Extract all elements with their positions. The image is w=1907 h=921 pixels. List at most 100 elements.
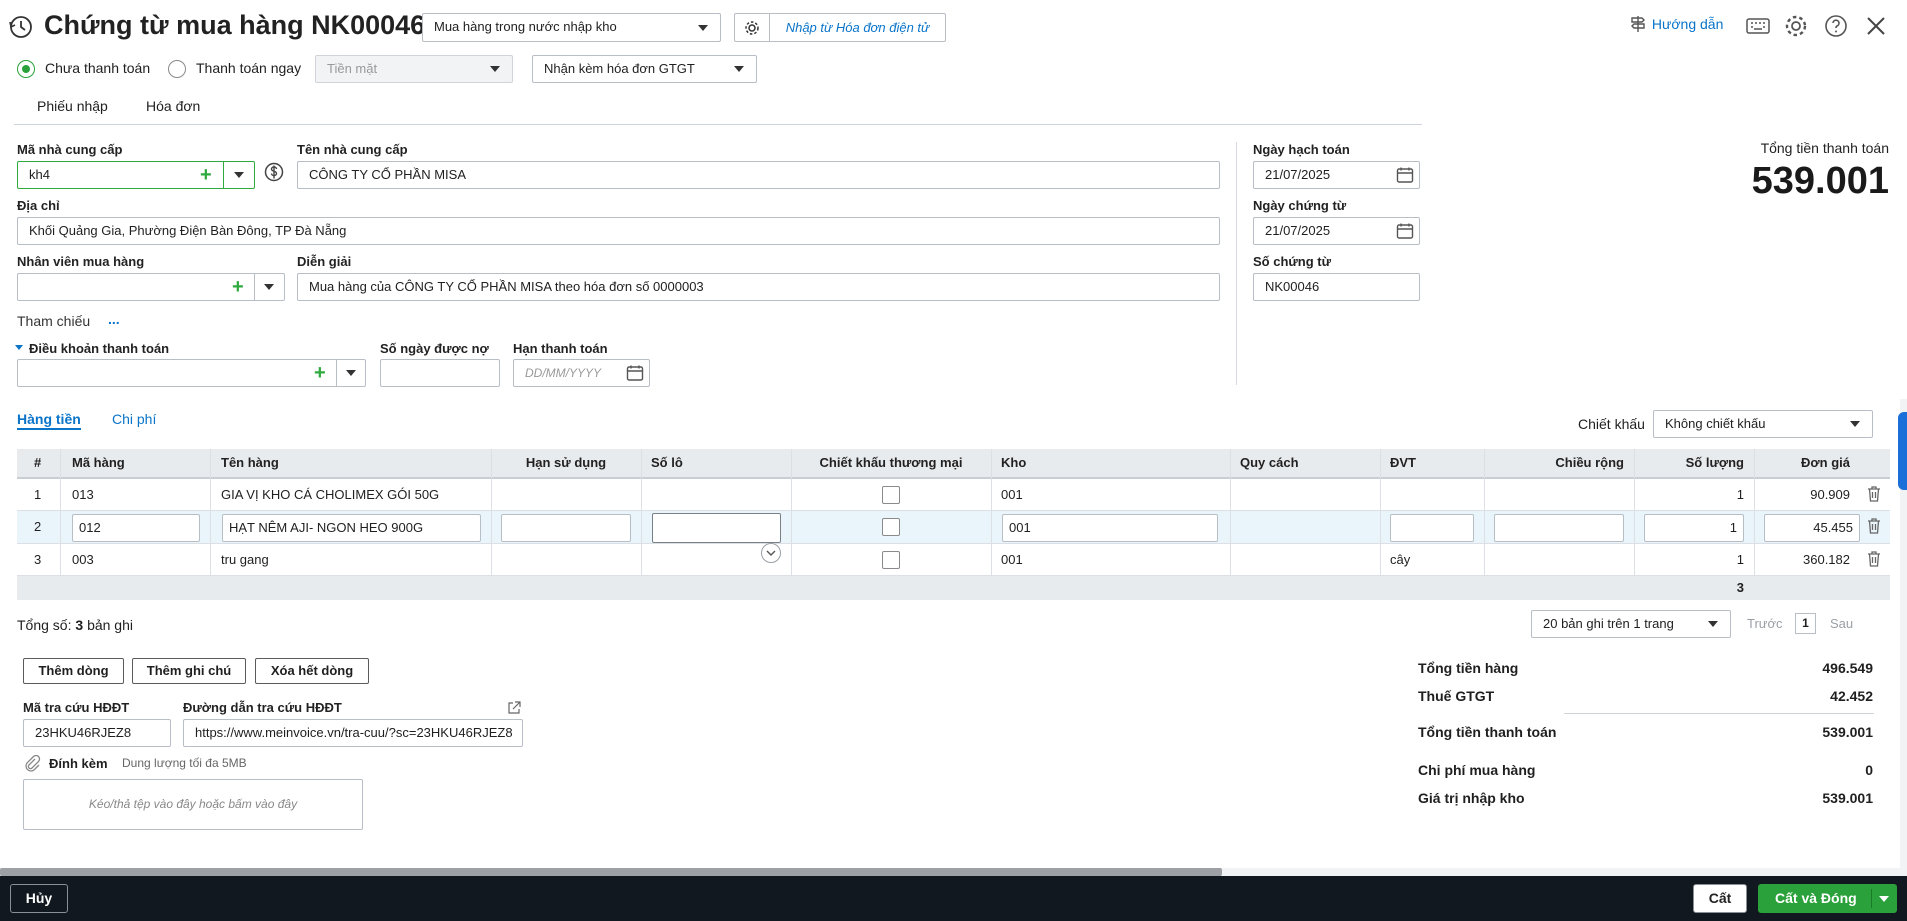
currency-icon[interactable] <box>264 162 284 182</box>
cell-warehouse[interactable]: 001 <box>991 544 1033 576</box>
lot-cell-input[interactable] <box>652 513 781 543</box>
add-payment-term-icon[interactable]: + <box>314 360 326 386</box>
cell-warehouse[interactable]: 001 <box>991 479 1033 511</box>
posting-date-input[interactable]: 21/07/2025 <box>1253 161 1420 189</box>
delete-rows-button[interactable]: Xóa hết dòng <box>255 658 369 684</box>
add-employee-icon[interactable]: + <box>232 274 244 300</box>
add-supplier-icon[interactable]: + <box>200 162 212 188</box>
warehouse-cell-input[interactable]: 001 <box>1002 514 1218 542</box>
col-line <box>60 449 61 576</box>
doc-no-input[interactable]: NK00046 <box>1253 273 1420 301</box>
purchase-type-select[interactable]: Mua hàng trong nước nhập kho <box>422 13 721 42</box>
unit-cell-input[interactable] <box>1390 514 1474 542</box>
supplier-code-input[interactable]: kh4 <box>17 161 255 189</box>
debt-days-label: Số ngày được nợ <box>380 341 489 356</box>
next-page[interactable]: Sau <box>1830 616 1853 631</box>
posting-date-label: Ngày hạch toán <box>1253 142 1350 157</box>
import-einvoice-button[interactable]: Nhập từ Hóa đơn điện tử <box>769 13 946 42</box>
expiry-cell-input[interactable] <box>501 514 631 542</box>
trash-icon[interactable] <box>1866 550 1882 568</box>
debt-days-input[interactable] <box>380 359 500 387</box>
help-icon[interactable] <box>1824 14 1848 38</box>
guide-link[interactable]: Hướng dẫn <box>1628 14 1723 36</box>
settings-small-button[interactable] <box>734 13 770 42</box>
add-note-button[interactable]: Thêm ghi chú <box>132 658 246 684</box>
trash-icon[interactable] <box>1866 517 1882 535</box>
cell-name[interactable]: tru gang <box>211 544 279 576</box>
attachment-dropzone[interactable]: Kéo/thả tệp vào đây hoặc bấm vào đây <box>23 779 363 830</box>
chevron-down-icon[interactable] <box>234 172 244 178</box>
page-size-select[interactable]: 20 bản ghi trên 1 trang <box>1531 610 1731 638</box>
reference-more-link[interactable]: ... <box>108 311 120 327</box>
supplier-code-value: kh4 <box>29 167 50 182</box>
horizontal-scrollbar[interactable] <box>0 868 1907 876</box>
description-input[interactable]: Mua hàng của CÔNG TY CỔ PHẦN MISA theo h… <box>297 273 1220 301</box>
save-button[interactable]: Cất <box>1693 884 1747 913</box>
supplier-name-input[interactable]: CÔNG TY CỔ PHẦN MISA <box>297 161 1220 189</box>
cell-qty[interactable]: 1 <box>1634 544 1754 576</box>
lookup-url-input[interactable]: https://www.meinvoice.vn/tra-cuu/?sc=23H… <box>183 719 523 747</box>
tab-costs[interactable]: Chi phí <box>112 411 156 427</box>
qty-cell-input[interactable]: 1 <box>1644 514 1744 542</box>
discount-label: Chiết khấu <box>1578 416 1645 432</box>
collapse-icon[interactable] <box>15 345 23 350</box>
doc-no-value: NK00046 <box>1265 279 1320 294</box>
col-header-spec: Quy cách <box>1240 455 1299 470</box>
code-cell-input[interactable]: 012 <box>72 514 200 542</box>
page-title: Chứng từ mua hàng NK00046 <box>44 10 426 40</box>
scrollbar-thumb[interactable] <box>0 868 1222 876</box>
cell-name[interactable]: GIA VỊ KHO CÁ CHOLIMEX GÓI 50G <box>211 479 449 511</box>
discount-checkbox[interactable] <box>882 551 900 569</box>
calendar-icon[interactable] <box>626 364 644 382</box>
lookup-code-label: Mã tra cứu HĐĐT <box>23 700 130 715</box>
calendar-icon[interactable] <box>1396 222 1414 240</box>
employee-input[interactable] <box>17 273 285 301</box>
add-row-button[interactable]: Thêm dòng <box>23 658 124 684</box>
current-page[interactable]: 1 <box>1795 613 1816 634</box>
lookup-code-input[interactable]: 23HKU46RJEZ8 <box>23 719 171 747</box>
summary-stock-value: 539.001 <box>1822 790 1873 806</box>
cancel-button[interactable]: Hủy <box>10 884 68 913</box>
tabs-divider <box>14 124 1422 125</box>
tab-invoice[interactable]: Hóa đơn <box>146 98 200 114</box>
gear-icon <box>745 21 759 35</box>
close-icon[interactable] <box>1866 16 1886 36</box>
history-icon[interactable] <box>8 14 34 40</box>
cell-code[interactable]: 003 <box>62 544 104 576</box>
address-input[interactable]: Khối Quảng Gia, Phường Điện Bàn Đông, TP… <box>17 217 1220 245</box>
tab-goods[interactable]: Hàng tiền <box>17 411 81 430</box>
discount-select[interactable]: Không chiết khấu <box>1653 410 1873 438</box>
open-external-icon[interactable] <box>507 701 521 715</box>
discount-checkbox[interactable] <box>882 518 900 536</box>
table-row[interactable] <box>17 544 1890 576</box>
prev-page[interactable]: Trước <box>1747 616 1783 631</box>
chevron-down-icon[interactable] <box>1879 896 1889 902</box>
save-close-button[interactable]: Cất và Đóng <box>1758 884 1897 913</box>
paid-now-radio[interactable] <box>168 60 186 78</box>
invoice-option-select[interactable]: Nhận kèm hóa đơn GTGT <box>532 55 757 83</box>
reference-label: Tham chiếu <box>17 313 91 329</box>
cell-code[interactable]: 013 <box>62 479 104 511</box>
cell-unit[interactable]: cây <box>1380 544 1420 576</box>
cell-price[interactable]: 90.909 <box>1754 479 1860 511</box>
chevron-down-icon[interactable] <box>264 284 274 290</box>
summary-cost-label: Chi phí mua hàng <box>1418 762 1536 778</box>
col-header-discount: Chiết khấu thương mại <box>819 455 963 470</box>
side-drawer-tab[interactable] <box>1898 412 1907 490</box>
keyboard-icon[interactable] <box>1746 16 1770 36</box>
expand-circle-icon[interactable] <box>761 543 781 563</box>
price-cell-input[interactable]: 45.455 <box>1764 514 1860 542</box>
doc-date-input[interactable]: 21/07/2025 <box>1253 217 1420 245</box>
width-cell-input[interactable] <box>1494 514 1624 542</box>
cell-price[interactable]: 360.182 <box>1754 544 1860 576</box>
unpaid-radio[interactable] <box>17 60 35 78</box>
name-cell-input[interactable]: HẠT NÊM AJI- NGON HEO 900G <box>222 514 481 542</box>
trash-icon[interactable] <box>1866 485 1882 503</box>
chevron-down-icon[interactable] <box>346 370 356 376</box>
calendar-icon[interactable] <box>1396 166 1414 184</box>
settings-icon[interactable] <box>1784 14 1808 38</box>
discount-checkbox[interactable] <box>882 486 900 504</box>
unpaid-label: Chưa thanh toán <box>45 60 151 76</box>
cell-qty[interactable]: 1 <box>1634 479 1754 511</box>
tab-receipt[interactable]: Phiếu nhập <box>37 98 108 114</box>
